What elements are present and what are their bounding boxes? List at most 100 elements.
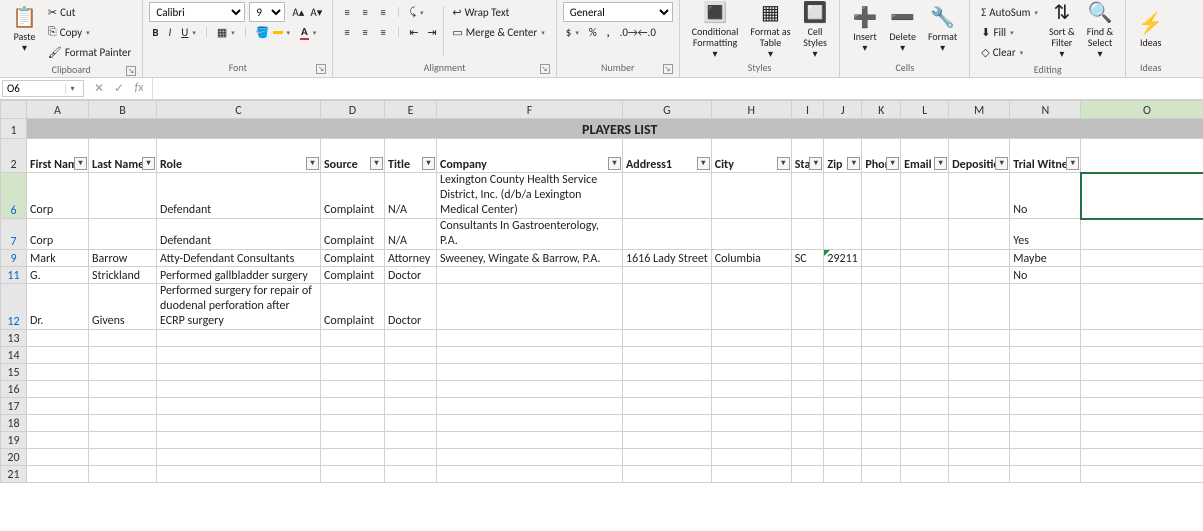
- cell[interactable]: [437, 432, 623, 449]
- cell[interactable]: Doctor: [385, 284, 437, 330]
- cell[interactable]: Columbia: [711, 250, 791, 267]
- header-cell[interactable]: Deposition▾: [949, 139, 1010, 173]
- enter-formula-button[interactable]: ✓: [112, 81, 126, 96]
- cell[interactable]: [437, 415, 623, 432]
- cell[interactable]: [623, 267, 712, 284]
- col-header-A[interactable]: A: [27, 101, 89, 119]
- cell[interactable]: [791, 219, 824, 250]
- paste-button[interactable]: 📋 Paste ▾: [6, 2, 43, 58]
- cell[interactable]: [901, 449, 949, 466]
- cell[interactable]: [321, 330, 385, 347]
- cell[interactable]: [949, 415, 1010, 432]
- cell[interactable]: [27, 432, 89, 449]
- cell[interactable]: Complaint: [321, 267, 385, 284]
- cell[interactable]: [623, 219, 712, 250]
- cell[interactable]: [824, 330, 862, 347]
- cell[interactable]: [437, 381, 623, 398]
- cell[interactable]: [711, 398, 791, 415]
- cell[interactable]: [385, 466, 437, 483]
- cell[interactable]: [1081, 250, 1203, 267]
- cell[interactable]: [711, 466, 791, 483]
- header-cell[interactable]: Company▾: [437, 139, 623, 173]
- cell[interactable]: [901, 364, 949, 381]
- cell[interactable]: [824, 219, 862, 250]
- cell[interactable]: [623, 381, 712, 398]
- row-header-19[interactable]: 19: [1, 432, 27, 449]
- cell[interactable]: [791, 432, 824, 449]
- cell[interactable]: [321, 398, 385, 415]
- header-cell[interactable]: Phone▾: [862, 139, 901, 173]
- filter-dropdown[interactable]: ▾: [934, 157, 947, 170]
- cell[interactable]: [824, 347, 862, 364]
- filter-dropdown[interactable]: ▾: [608, 157, 621, 170]
- cell[interactable]: [385, 381, 437, 398]
- col-header-C[interactable]: C: [157, 101, 321, 119]
- cell[interactable]: [385, 432, 437, 449]
- cell[interactable]: [862, 250, 901, 267]
- cell[interactable]: [711, 267, 791, 284]
- cell[interactable]: [862, 466, 901, 483]
- cell[interactable]: [89, 381, 157, 398]
- cell[interactable]: [1081, 466, 1203, 483]
- row-header-18[interactable]: 18: [1, 415, 27, 432]
- cell[interactable]: [27, 449, 89, 466]
- autosum-button[interactable]: ΣAutoSum▾: [978, 3, 1041, 21]
- cell[interactable]: [824, 398, 862, 415]
- cell[interactable]: [862, 284, 901, 330]
- cell[interactable]: [711, 432, 791, 449]
- title-cell[interactable]: PLAYERS LIST: [27, 119, 1203, 139]
- cell[interactable]: Yes: [1010, 219, 1081, 250]
- cell[interactable]: 1616 Lady Street: [623, 250, 712, 267]
- cell[interactable]: [437, 267, 623, 284]
- col-header-G[interactable]: G: [623, 101, 712, 119]
- select-all-corner[interactable]: [1, 101, 27, 119]
- row-header-14[interactable]: 14: [1, 347, 27, 364]
- cell[interactable]: [27, 415, 89, 432]
- filter-dropdown[interactable]: ▾: [995, 157, 1008, 170]
- percent-format-button[interactable]: %: [586, 25, 600, 40]
- cell[interactable]: [437, 347, 623, 364]
- cell[interactable]: [949, 284, 1010, 330]
- cell[interactable]: [27, 330, 89, 347]
- cell[interactable]: [791, 449, 824, 466]
- format-button[interactable]: 🔧Format▾: [922, 2, 963, 58]
- cell[interactable]: [711, 364, 791, 381]
- cell[interactable]: [711, 219, 791, 250]
- cancel-formula-button[interactable]: ✕: [92, 81, 106, 96]
- orientation-button[interactable]: ⤹▾: [406, 4, 426, 20]
- header-cell[interactable]: Title▾: [385, 139, 437, 173]
- col-header-J[interactable]: J: [824, 101, 862, 119]
- cell[interactable]: [949, 267, 1010, 284]
- row-header-11[interactable]: 11: [1, 267, 27, 284]
- cell[interactable]: [791, 415, 824, 432]
- cell[interactable]: [437, 330, 623, 347]
- cell[interactable]: [623, 398, 712, 415]
- cell[interactable]: [89, 347, 157, 364]
- header-cell[interactable]: Address1▾: [623, 139, 712, 173]
- bold-button[interactable]: B: [149, 25, 161, 40]
- align-bottom-button[interactable]: ≡: [377, 5, 391, 19]
- cell[interactable]: [27, 381, 89, 398]
- cell[interactable]: [901, 284, 949, 330]
- cell[interactable]: Dr.: [27, 284, 89, 330]
- decrease-decimal-button[interactable]: ←.0: [635, 25, 649, 39]
- cell[interactable]: [623, 449, 712, 466]
- fill-button[interactable]: ⬇Fill▾: [978, 23, 1041, 41]
- cell[interactable]: [711, 347, 791, 364]
- col-header-I[interactable]: I: [791, 101, 824, 119]
- cell[interactable]: Defendant: [157, 173, 321, 219]
- col-header-M[interactable]: M: [949, 101, 1010, 119]
- cell[interactable]: [1081, 449, 1203, 466]
- row-header-12[interactable]: 12: [1, 284, 27, 330]
- row-header-15[interactable]: 15: [1, 364, 27, 381]
- cell[interactable]: [623, 284, 712, 330]
- row-header-6[interactable]: 6: [1, 173, 27, 219]
- cell[interactable]: [949, 173, 1010, 219]
- cell[interactable]: [949, 219, 1010, 250]
- cell[interactable]: [711, 449, 791, 466]
- conditional-formatting-button[interactable]: 🔳Conditional Formatting▾: [686, 2, 745, 58]
- clear-button[interactable]: ◇Clear▾: [978, 43, 1041, 61]
- insert-function-button[interactable]: fx: [132, 81, 146, 96]
- cell[interactable]: [791, 381, 824, 398]
- cell[interactable]: [824, 267, 862, 284]
